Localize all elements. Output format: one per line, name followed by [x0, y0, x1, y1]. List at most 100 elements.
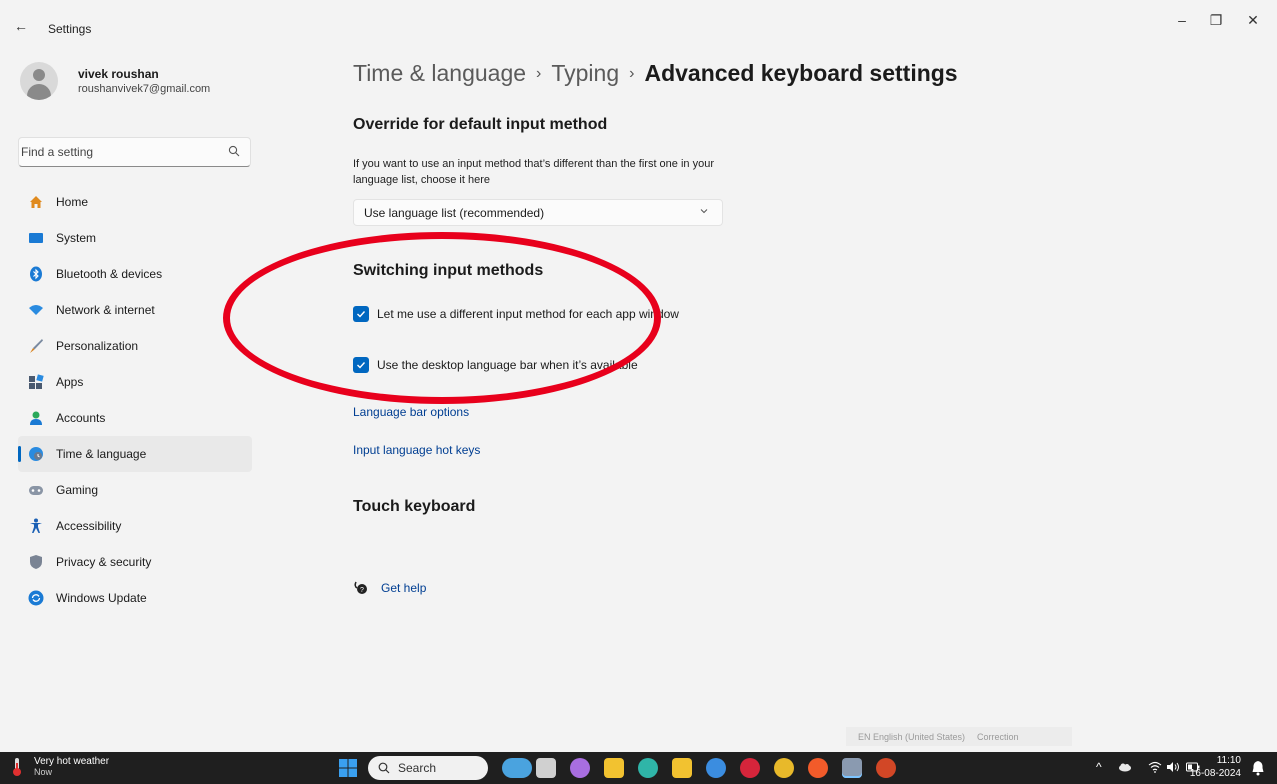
correction-button[interactable]: Correction [977, 732, 1019, 742]
cloud-icon[interactable] [1118, 762, 1132, 772]
switching-section-title: Switching input methods [353, 262, 544, 279]
notification-bell-icon[interactable] [1251, 760, 1265, 776]
sidebar-item-gaming[interactable]: Gaming [18, 472, 252, 508]
accounts-icon [30, 411, 42, 425]
per-app-input-checkbox[interactable] [353, 306, 369, 322]
user-profile[interactable]: vivek roushan roushanvivek7@gmail.com [20, 62, 210, 100]
brave-icon[interactable] [808, 758, 828, 778]
input-language-hot-keys-link[interactable]: Input language hot keys [353, 443, 480, 457]
volume-icon[interactable] [1166, 761, 1180, 773]
language-bar[interactable]: EN English (United States) Correction [846, 727, 1072, 746]
search-icon [378, 762, 390, 774]
sidebar-item-accounts[interactable]: Accounts [18, 400, 252, 436]
edge-icon[interactable] [638, 758, 658, 778]
sidebar-nav: Home System Bluetooth & devices Network … [18, 184, 252, 616]
settings-search[interactable] [18, 137, 251, 167]
sidebar-item-network[interactable]: Network & internet [18, 292, 252, 328]
store-icon[interactable] [672, 758, 692, 778]
override-section-title: Override for default input method [353, 116, 608, 133]
file-explorer-icon[interactable] [604, 758, 624, 778]
accessibility-icon [30, 518, 42, 533]
sidebar-item-label: System [56, 231, 97, 245]
svg-text:?: ? [360, 587, 364, 594]
page-title: Advanced keyboard settings [644, 60, 958, 86]
copilot-icon[interactable] [570, 758, 590, 778]
breadcrumb-time-language[interactable]: Time & language [353, 60, 526, 86]
settings-icon[interactable] [842, 758, 862, 778]
clock-time: 11:10 [1216, 755, 1241, 766]
profile-email: roushanvivek7@gmail.com [78, 83, 211, 95]
breadcrumb-typing[interactable]: Typing [551, 60, 619, 86]
sidebar-item-label: Apps [56, 375, 84, 389]
sidebar-item-label: Accessibility [56, 519, 122, 533]
sidebar-item-time-language[interactable]: Time & language [18, 436, 252, 472]
chevron-right-icon: › [536, 65, 542, 82]
sidebar-item-label: Accounts [56, 411, 106, 425]
taskbar: Very hot weather Now Search ^ 11:10 16-0… [0, 752, 1277, 784]
chatgpt-icon[interactable] [706, 758, 726, 778]
sidebar-item-label: Network & internet [56, 303, 155, 317]
globe-clock-icon [29, 447, 43, 461]
sidebar-item-home[interactable]: Home [18, 184, 252, 220]
sidebar-item-bluetooth[interactable]: Bluetooth & devices [18, 256, 252, 292]
search-input[interactable] [19, 138, 219, 166]
gamepad-icon [29, 486, 43, 495]
windows-start-icon[interactable] [339, 759, 357, 777]
system-clock[interactable]: 11:10 16-08-2024 [1190, 754, 1241, 780]
restore-button[interactable]: ❐ [1206, 12, 1226, 29]
shield-icon [30, 555, 42, 569]
get-help-link[interactable]: ? Get help [353, 580, 426, 596]
app-title: Settings [48, 22, 92, 36]
bluetooth-icon [30, 266, 42, 282]
sidebar-item-personalization[interactable]: Personalization [18, 328, 252, 364]
update-icon [28, 590, 44, 606]
help-icon: ? [354, 581, 367, 594]
touch-keyboard-section-title: Touch keyboard [353, 498, 476, 515]
task-view-icon[interactable] [536, 758, 556, 778]
breadcrumb: Time & language › Typing › Advanced keyboard… [353, 60, 958, 87]
tray-overflow-chevron-icon[interactable]: ^ [1096, 760, 1102, 774]
search-icon[interactable] [228, 145, 240, 157]
wifi-icon[interactable] [1148, 761, 1162, 773]
desktop-language-bar-checkbox[interactable] [353, 357, 369, 373]
minimize-button[interactable]: – [1172, 12, 1192, 28]
language-indicator[interactable]: EN English (United States) [858, 732, 965, 742]
get-help-label: Get help [381, 581, 427, 595]
sidebar-item-apps[interactable]: Apps [18, 364, 252, 400]
apps-icon [29, 374, 44, 389]
taskbar-search[interactable]: Search [368, 756, 488, 780]
sidebar-item-accessibility[interactable]: Accessibility [18, 508, 252, 544]
clock-date: 16-08-2024 [1189, 768, 1241, 779]
per-app-input-option: Let me use a different input method for … [353, 306, 679, 322]
widget-landscape-icon[interactable] [502, 758, 532, 778]
sidebar-item-windows-update[interactable]: Windows Update [18, 580, 252, 616]
wifi-icon [29, 305, 43, 315]
sidebar-item-system[interactable]: System [18, 220, 252, 256]
language-bar-options-link[interactable]: Language bar options [353, 405, 469, 419]
sidebar-item-label: Time & language [56, 447, 147, 461]
powerpoint-icon[interactable] [876, 758, 896, 778]
weather-subtitle: Now [34, 767, 53, 777]
chevron-down-icon [700, 209, 708, 214]
back-button[interactable]: ← [14, 18, 28, 34]
per-app-input-label: Let me use a different input method for … [377, 307, 679, 321]
thermometer-icon [13, 758, 21, 776]
chevron-right-icon: › [629, 65, 635, 82]
sidebar-item-label: Home [56, 195, 89, 209]
sidebar-item-privacy[interactable]: Privacy & security [18, 544, 252, 580]
taskbar-search-label: Search [398, 761, 437, 775]
mcafee-icon[interactable] [740, 758, 760, 778]
override-description: If you want to use an input method that’… [353, 158, 714, 186]
chrome-icon[interactable] [774, 758, 794, 778]
home-icon [30, 196, 42, 208]
desktop-language-bar-option: Use the desktop language bar when it’s a… [353, 357, 638, 373]
sidebar-item-label: Gaming [56, 483, 99, 497]
sidebar-item-label: Bluetooth & devices [56, 267, 163, 281]
checkmark-icon [357, 362, 366, 369]
title-bar: ← Settings – ❐ ✕ [0, 0, 1277, 48]
sidebar-item-label: Windows Update [56, 591, 147, 605]
close-button[interactable]: ✕ [1243, 12, 1263, 29]
input-method-dropdown[interactable]: Use language list (recommended) [353, 199, 723, 226]
weather-widget[interactable]: Very hot weather Now [10, 756, 109, 778]
dropdown-value: Use language list (recommended) [364, 205, 545, 220]
